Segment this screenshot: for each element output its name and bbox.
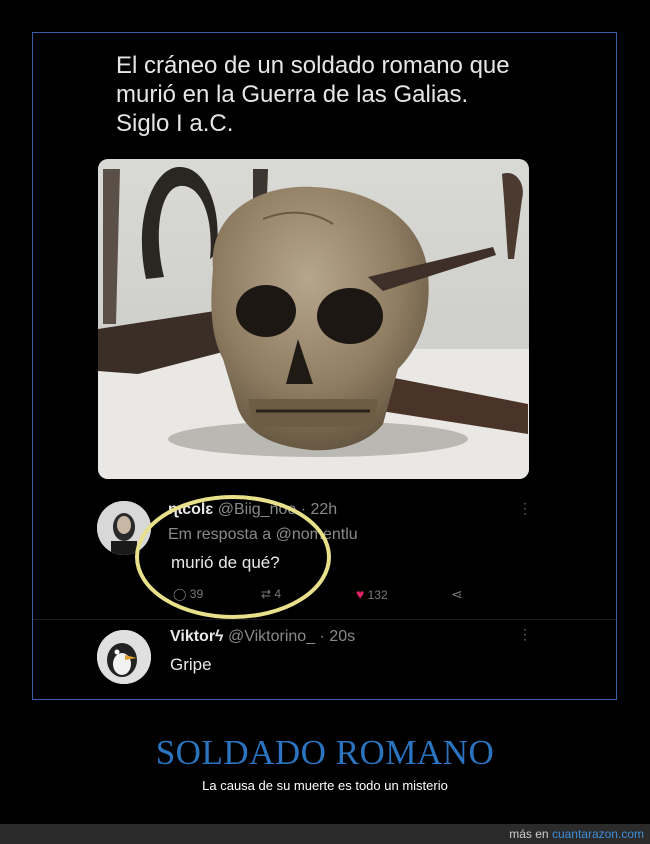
meme-subtitle: La causa de su muerte es todo un misteri…: [202, 778, 448, 793]
site-link[interactable]: cuantarazon.com: [552, 827, 644, 841]
tweet-text: Gripe: [170, 655, 212, 674]
footer-credit: más en cuantarazon.com: [509, 827, 644, 841]
tweet-divider: [33, 619, 616, 620]
more-options-icon[interactable]: ⋮: [518, 627, 532, 641]
avatar[interactable]: [97, 630, 151, 684]
skull-illustration: [98, 159, 529, 479]
tweet-display-name[interactable]: Viktorϟ: [170, 628, 224, 645]
tweet-nicole[interactable]: ɳɩcolɛ @Biig_noe · 22h ⋮ Em resposta a @…: [33, 493, 616, 623]
like-action[interactable]: ♥ 132: [356, 586, 388, 602]
post-line-2: murió en la Guerra de las Galias.: [116, 81, 469, 108]
post-line-3: Siglo I a.C.: [116, 110, 234, 137]
tweet-username[interactable]: Viktorϟ @Viktorino_ · 20s: [170, 628, 355, 646]
tweet-handle[interactable]: @Viktorino_ · 20s: [228, 628, 355, 645]
more-options-icon[interactable]: ⋮: [518, 501, 532, 515]
site-footer: más en cuantarazon.com: [0, 824, 650, 844]
like-count: 132: [367, 588, 388, 602]
share-icon[interactable]: ⋖: [451, 586, 463, 603]
post-caption: El cráneo de un soldado romano que murió…: [116, 51, 556, 138]
highlight-circle: [135, 495, 331, 619]
penguin-avatar-icon: [97, 630, 151, 684]
heart-icon: ♥: [356, 586, 365, 602]
skull-photo: [98, 159, 529, 479]
footer-prefix: más en: [509, 827, 549, 841]
meme-title: SOLDADO ROMANO: [155, 733, 495, 772]
post-line-1: El cráneo de un soldado romano que: [116, 52, 510, 79]
meme-frame: El cráneo de un soldado romano que murió…: [32, 32, 617, 700]
tweet-viktor[interactable]: Viktorϟ @Viktorino_ · 20s ⋮ Gripe: [33, 625, 616, 695]
